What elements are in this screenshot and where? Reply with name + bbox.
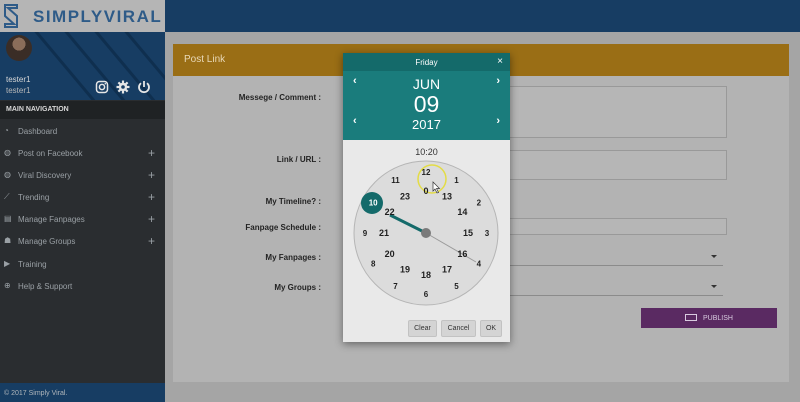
datetime-picker-dialog: Friday × ‹ › JUN 09 ‹ › 2017 10:20 12 1 2 3… [343,53,510,342]
expand-icon: + [147,234,155,248]
clock-hour-0[interactable]: 0 [423,186,428,196]
sidebar-item-manage-fanpages[interactable]: ▤ Manage Fanpages + [0,208,165,230]
date-header: Friday × ‹ › JUN 09 ‹ › 2017 [343,53,510,140]
clock-hour-17[interactable]: 17 [442,264,452,274]
dashboard-icon: ◔ [4,126,9,135]
sidebar-item-label: Dashboard [18,127,58,136]
logo-icon [4,4,18,28]
clock-hour-12[interactable]: 12 [422,168,431,177]
clock-hour-14[interactable]: 14 [457,207,467,217]
clock-hour-15[interactable]: 15 [463,228,473,238]
clock-hour-5[interactable]: 5 [454,282,459,291]
clock-face[interactable]: 121234567891011 01314151617181920212223 [343,156,510,314]
card-title: Post Link [184,54,226,65]
clock-hour-7[interactable]: 7 [393,282,398,291]
cancel-button[interactable]: Cancel [441,320,476,337]
clock-hour-1[interactable]: 1 [454,176,459,185]
month-label: JUN [412,76,441,92]
power-icon[interactable] [137,80,151,94]
user-panel: tester1 tester1 [0,32,165,100]
sidebar-item-label: Manage Fanpages [18,215,85,224]
user-subname: tester1 [6,86,31,95]
video-icon: ▶ [4,259,11,268]
sidebar-item-label: Help & Support [18,282,73,291]
compass-icon: ◍ [4,148,11,157]
clock-hour-20[interactable]: 20 [385,249,395,259]
footer: © 2017 Simply Viral. [0,383,165,402]
clock-hour-4[interactable]: 4 [477,260,482,269]
chart-icon: ⟋ [4,192,10,201]
chevron-down-icon [711,285,717,288]
main-navigation-label: MAIN NAVIGATION [0,101,165,119]
clock-hour-6[interactable]: 6 [424,290,429,299]
clock-hour-21[interactable]: 21 [379,228,389,238]
sidebar-item-viral-discovery[interactable]: ◍ Viral Discovery + [0,164,165,186]
expand-icon: + [147,190,155,204]
clock-hour-3[interactable]: 3 [485,229,490,238]
sidebar-item-help-support[interactable]: ⊕ Help & Support [0,275,165,297]
clock-hour-19[interactable]: 19 [400,264,410,274]
brand-name: SIMPLYVIRAL [33,7,163,26]
clock-hour-11[interactable]: 11 [391,176,400,185]
clear-button[interactable]: Clear [408,320,437,337]
clock-hour-8[interactable]: 8 [371,260,376,269]
clock-hour-18[interactable]: 18 [421,270,431,280]
sidebar: SIMPLYVIRAL tester1 tester1 MAIN NAVIGAT… [0,0,165,402]
publish-button[interactable]: PUBLISH [641,308,777,328]
keyboard-icon [685,314,698,321]
users-icon: ☗ [4,236,12,245]
message-label: Messege / Comment : [238,93,321,102]
gear-icon[interactable] [116,80,130,94]
schedule-label: Fanpage Schedule : [245,223,321,232]
lifebuoy-icon: ⊕ [4,281,11,290]
sidebar-item-label: Post on Facebook [18,149,83,158]
fanpages-label: My Fanpages : [265,253,321,262]
sidebar-item-label: Training [18,260,47,269]
groups-label: My Groups : [274,283,321,292]
compass-icon: ◍ [4,170,11,179]
avatar[interactable] [6,35,32,61]
year-label: 2017 [412,117,441,132]
link-label: Link / URL : [276,155,321,164]
ok-button[interactable]: OK [480,320,502,337]
instagram-icon[interactable] [95,80,109,94]
expand-icon: + [147,146,155,160]
clock-hour-9[interactable]: 9 [363,229,368,238]
expand-icon: + [147,168,155,182]
weekday-label: Friday [343,53,510,71]
clock-hour-2[interactable]: 2 [477,199,482,208]
page-icon: ▤ [4,214,12,223]
sidebar-item-manage-groups[interactable]: ☗ Manage Groups + [0,230,165,252]
close-icon[interactable]: × [497,56,503,67]
clock-hour-10[interactable]: 10 [369,199,378,208]
clock-hour-22[interactable]: 22 [385,207,395,217]
publish-label: PUBLISH [702,315,733,322]
timeline-label: My Timeline? : [265,197,321,206]
clock-hour-23[interactable]: 23 [400,192,410,202]
expand-icon: + [147,212,155,226]
logo-bar: SIMPLYVIRAL [0,0,165,32]
sidebar-item-dashboard[interactable]: ◔ Dashboard [0,120,165,142]
sidebar-item-label: Trending [18,193,50,202]
clock-hour-16[interactable]: 16 [457,249,467,259]
sidebar-item-label: Manage Groups [18,237,76,246]
user-name: tester1 [6,75,31,84]
sidebar-item-post-on-facebook[interactable]: ◍ Post on Facebook + [0,142,165,164]
clock-hour-13[interactable]: 13 [442,192,452,202]
top-header-bar [165,0,800,32]
sidebar-item-label: Viral Discovery [18,171,72,180]
sidebar-item-training[interactable]: ▶ Training [0,253,165,275]
sidebar-item-trending[interactable]: ⟋ Trending + [0,186,165,208]
day-label: 09 [413,91,440,117]
chevron-down-icon [711,255,717,258]
